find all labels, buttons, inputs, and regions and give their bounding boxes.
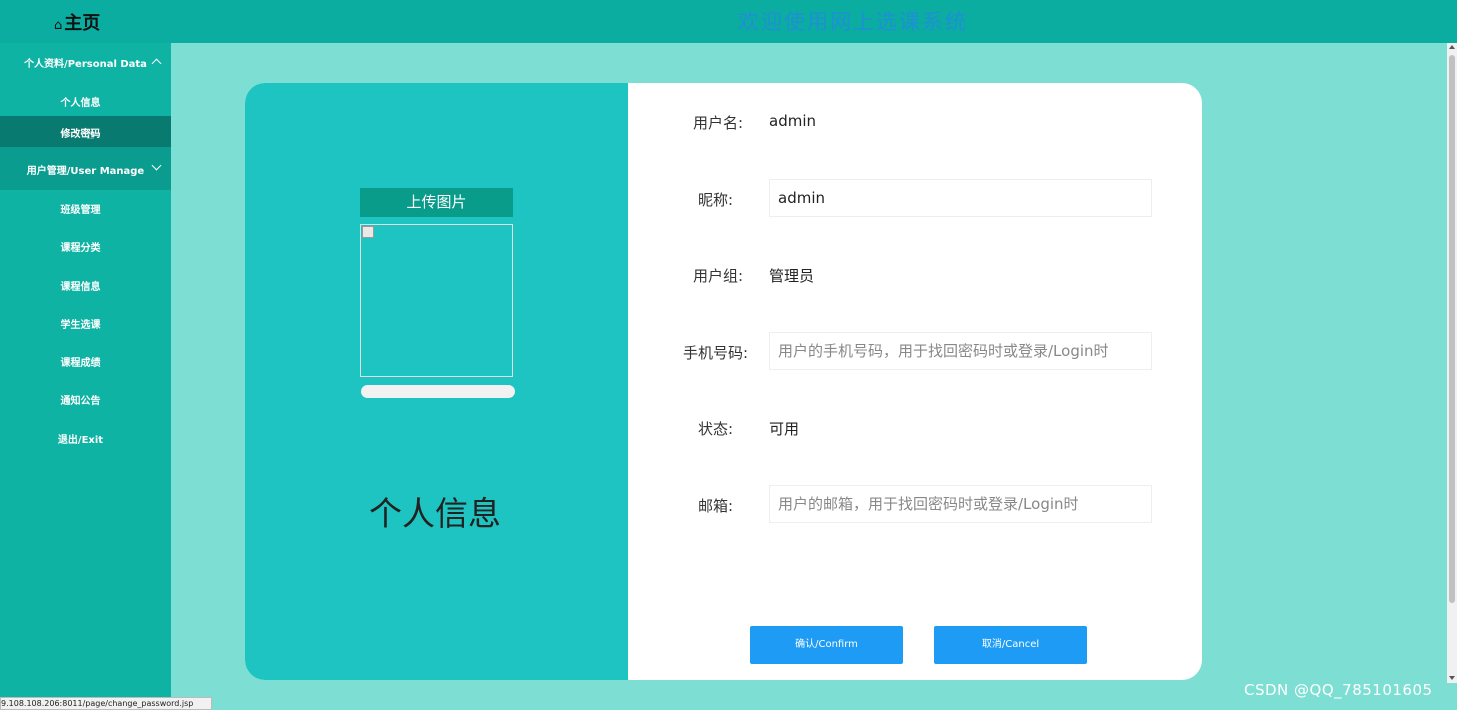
card-form-panel: 用户名: admin 昵称: 用户组: 管理员 手机号码: 状态: 可用 邮箱:… — [628, 83, 1202, 680]
email-input[interactable] — [769, 485, 1152, 523]
scrollbar-thumb[interactable] — [1449, 55, 1455, 603]
username-label: 用户名: — [692, 114, 743, 132]
welcome-title: 欢迎使用网上选课系统 — [738, 10, 968, 34]
upload-progress-bar — [361, 385, 515, 398]
home-link[interactable]: ⌂ 主页 — [54, 9, 100, 35]
phone-label: 手机号码: — [682, 344, 748, 362]
nickname-label: 昵称: — [697, 191, 733, 209]
user-group-value: 管理员 — [769, 267, 815, 285]
watermark: CSDN @QQ_785101605 — [1244, 681, 1433, 699]
house-icon: ⌂ — [54, 18, 63, 33]
avatar-image — [360, 224, 513, 377]
state-label: 状态: — [697, 420, 733, 438]
user-group-label: 用户组: — [692, 267, 743, 285]
card-left-panel: 上传图片 个人信息 — [245, 83, 628, 680]
scroll-up-arrow-icon[interactable] — [1449, 45, 1455, 49]
top-bar: ⌂ 主页 欢迎使用网上选课系统 — [0, 0, 1457, 43]
sidebar-item-notices[interactable]: 通知公告 — [0, 383, 171, 414]
sidebar-group-label: 个人资料/Personal Data — [24, 59, 147, 70]
sidebar-group-personal-data[interactable]: 个人资料/Personal Data — [0, 43, 171, 81]
sidebar-group-label: 用户管理/User Manage — [26, 166, 145, 177]
sidebar-item-class-manage[interactable]: 班级管理 — [0, 192, 171, 223]
sidebar-item-course-info[interactable]: 课程信息 — [0, 269, 171, 300]
email-label: 邮箱: — [697, 497, 733, 515]
nickname-input[interactable] — [769, 179, 1152, 217]
sidebar-group-user-manage[interactable]: 用户管理/User Manage — [0, 150, 171, 188]
sidebar-item-exit[interactable]: 退出/Exit — [0, 422, 171, 453]
state-value: 可用 — [769, 420, 800, 438]
home-label: 主页 — [64, 13, 101, 34]
broken-image-icon — [362, 226, 374, 238]
page-title: 个人信息 — [369, 494, 501, 533]
upload-image-button[interactable]: 上传图片 — [360, 188, 513, 217]
username-value: admin — [769, 112, 816, 130]
profile-card: 上传图片 个人信息 用户名: admin 昵称: 用户组: 管理员 手机号码: … — [245, 83, 1202, 680]
page-scrollbar[interactable] — [1447, 43, 1457, 683]
status-bar-url: 9.108.108.206:8011/page/change_password.… — [0, 697, 212, 710]
confirm-button[interactable]: 确认/Confirm — [750, 626, 903, 664]
sidebar-item-personal-info[interactable]: 个人信息 — [0, 85, 171, 116]
sidebar-item-course-selection[interactable]: 学生选课 — [0, 307, 171, 338]
cancel-button[interactable]: 取消/Cancel — [934, 626, 1087, 664]
scroll-down-arrow-icon[interactable] — [1449, 676, 1455, 680]
phone-input[interactable] — [769, 332, 1152, 370]
hand-cursor-icon: ☝ — [86, 127, 95, 143]
sidebar-item-course-grades[interactable]: 课程成绩 — [0, 345, 171, 376]
sidebar-item-course-category[interactable]: 课程分类 — [0, 230, 171, 261]
